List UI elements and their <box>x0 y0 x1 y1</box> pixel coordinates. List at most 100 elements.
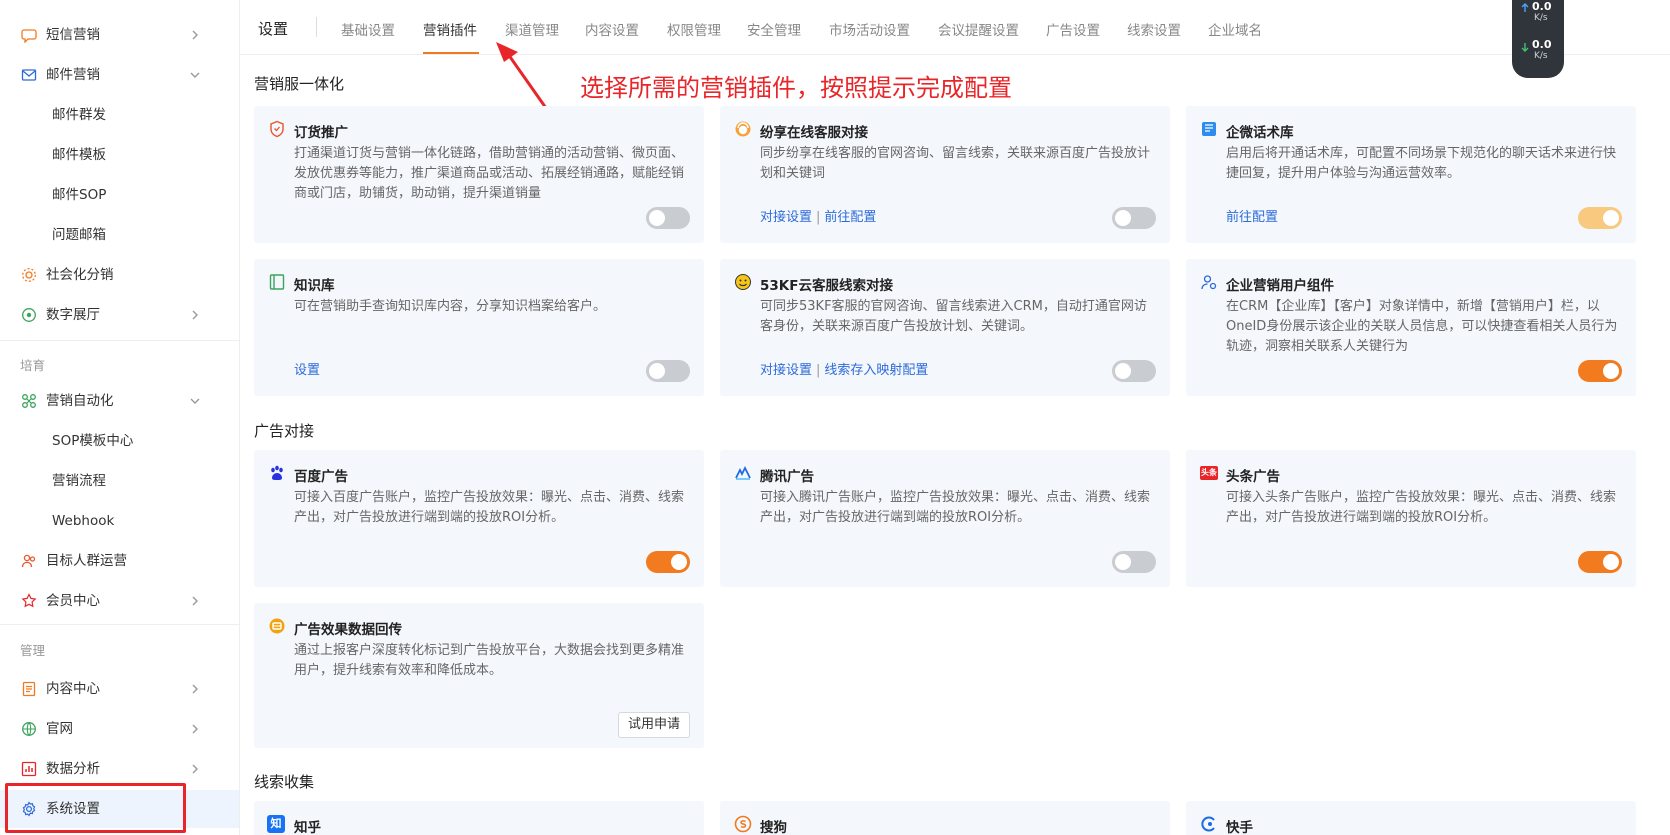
sidebar-item-label: 会员中心 <box>46 593 100 609</box>
sidebar-item-email-send[interactable]: 邮件群发 <box>0 96 239 134</box>
app-root: 短信营销 邮件营销 邮件群发 邮件模板 邮件SOP 问题邮箱 社会化分销 数字展… <box>0 0 1670 835</box>
card-description: 可同步53KF客服的官网咨询、留言线索进入CRM，自动打通官网访客身份，关联来源… <box>760 299 1147 334</box>
53kf-service-toggle[interactable] <box>1112 360 1156 382</box>
tab-meeting-reminder-settings[interactable]: 会议提醒设置 <box>938 19 1019 39</box>
card-description: 可在营销助手查询知识库内容，分享知识档案给客户。 <box>294 299 607 314</box>
sidebar-item-social-distribution[interactable]: 社会化分销 <box>0 256 239 294</box>
wecom-script-toggle[interactable] <box>1578 207 1622 229</box>
tab-security-management[interactable]: 安全管理 <box>747 19 801 39</box>
sidebar-item-digital-showroom[interactable]: 数字展厅 <box>0 296 239 334</box>
tencent-ads-toggle[interactable] <box>1112 551 1156 573</box>
order-promotion-toggle[interactable] <box>646 207 690 229</box>
knowledge-base-toggle[interactable] <box>646 360 690 382</box>
trial-apply-button[interactable]: 试用申请 <box>617 712 690 738</box>
card-title: 企微话术库 <box>1226 125 1294 141</box>
sidebar-item-target-audience[interactable]: 目标人群运营 <box>0 542 239 580</box>
card-title: 百度广告 <box>294 469 348 485</box>
toutiao-logo-icon: 头条 <box>1200 466 1218 480</box>
automation-icon <box>22 394 36 408</box>
knowledge-book-icon <box>269 274 285 290</box>
plugin-card-ad-data-feedback: 广告效果数据回传 通过上报客户深度转化标记到广告投放平台，大数据会找到更多精准用… <box>254 603 704 748</box>
sidebar-item-label: 邮件SOP <box>52 187 107 203</box>
toggle-knob <box>649 363 665 379</box>
sidebar-item-label: 营销自动化 <box>46 393 114 409</box>
link-go-configure[interactable]: 前往配置 <box>824 210 876 225</box>
card-title: 知识库 <box>294 278 335 294</box>
sidebar-item-label: 邮件模板 <box>52 147 106 163</box>
section-title-ad-integration: 广告对接 <box>254 422 315 440</box>
toutiao-ads-toggle[interactable] <box>1578 551 1622 573</box>
baidu-ads-toggle[interactable] <box>646 551 690 573</box>
plugin-card-kuaishou: 快手 <box>1186 801 1636 835</box>
card-title: 纷享在线客服对接 <box>760 125 868 141</box>
plugin-card-zhihu: 知 知乎 <box>254 801 704 835</box>
highlight-box <box>5 783 186 833</box>
sidebar-item-label: 社会化分销 <box>46 267 114 283</box>
link-separator: | <box>816 210 821 225</box>
tab-ad-settings[interactable]: 广告设置 <box>1046 19 1100 39</box>
sidebar-item-member-center[interactable]: 会员中心 <box>0 582 239 620</box>
chevron-right-icon <box>192 684 198 694</box>
sogou-logo-icon <box>734 815 752 833</box>
sidebar-item-label: 邮件群发 <box>52 107 106 123</box>
sidebar-item-sop-template-center[interactable]: SOP模板中心 <box>0 422 239 460</box>
card-title: 腾讯广告 <box>760 469 814 485</box>
link-integration-settings[interactable]: 对接设置 <box>760 363 812 378</box>
sidebar-item-email-sop[interactable]: 邮件SOP <box>0 176 239 214</box>
card-description: 可接入百度广告账户，监控广告投放效果：曝光、点击、消费、线索产出，对广告投放进行… <box>294 490 685 525</box>
plugin-card-toutiao-ads: 头条 头条广告 可接入头条广告账户，监控广告投放效果：曝光、点击、消费、线索产出… <box>1186 450 1636 587</box>
section-title-marketing-service: 营销服一体化 <box>254 75 345 93</box>
toggle-knob <box>1115 210 1131 226</box>
header-divider <box>316 17 317 37</box>
enterprise-user-component-toggle[interactable] <box>1578 360 1622 382</box>
document-icon <box>22 681 36 697</box>
plugin-card-baidu-ads: 百度广告 可接入百度广告账户，监控广告投放效果：曝光、点击、消费、线索产出，对广… <box>254 450 704 587</box>
sidebar-divider <box>0 340 239 341</box>
smiley-icon <box>735 274 751 290</box>
header: 设置 基础设置 营销插件 渠道管理 内容设置 权限管理 安全管理 市场活动设置 … <box>240 0 1670 55</box>
link-lead-mapping-config[interactable]: 线索存入映射配置 <box>824 363 928 378</box>
sidebar-item-problem-mailbox[interactable]: 问题邮箱 <box>0 216 239 254</box>
tab-marketing-plugins[interactable]: 营销插件 <box>423 19 477 39</box>
tab-lead-settings[interactable]: 线索设置 <box>1127 19 1181 39</box>
card-title: 企业营销用户组件 <box>1226 278 1334 294</box>
customer-service-icon <box>735 121 751 137</box>
card-description: 打通渠道订货与营销一体化链路，借助营销通的活动营销、微页面、发放优惠券等能力，推… <box>294 146 685 201</box>
upload-speed: 0.0 <box>1532 0 1552 13</box>
chevron-right-icon <box>192 764 198 774</box>
kuaishou-logo-icon <box>1201 816 1215 832</box>
card-description: 可接入头条广告账户，监控广告投放效果：曝光、点击、消费、线索产出，对广告投放进行… <box>1226 490 1617 525</box>
arrow-down-icon <box>1521 43 1529 52</box>
toggle-knob <box>1603 363 1619 379</box>
baidu-paw-icon <box>271 465 283 480</box>
sidebar-item-email-marketing[interactable]: 邮件营销 <box>0 56 239 94</box>
arrow-up-icon <box>1521 3 1529 12</box>
card-links: 前往配置 <box>1226 206 1278 225</box>
sidebar-item-label: 问题邮箱 <box>52 227 106 243</box>
sidebar-item-content-center[interactable]: 内容中心 <box>0 670 239 708</box>
tab-enterprise-domain[interactable]: 企业域名 <box>1208 19 1262 39</box>
people-icon <box>21 554 36 568</box>
card-title: 头条广告 <box>1226 469 1280 485</box>
plugin-card-tencent-ads: 腾讯广告 可接入腾讯广告账户，监控广告投放效果：曝光、点击、消费、线索产出，对广… <box>720 450 1170 587</box>
fxiaoke-service-toggle[interactable] <box>1112 207 1156 229</box>
tab-permission-management[interactable]: 权限管理 <box>667 19 721 39</box>
sidebar-item-marketing-flow[interactable]: 营销流程 <box>0 462 239 500</box>
link-settings[interactable]: 设置 <box>294 363 320 378</box>
annotation-text: 选择所需的营销插件，按照提示完成配置 <box>580 74 1012 102</box>
card-links: 对接设置 | 线索存入映射配置 <box>760 359 928 378</box>
sidebar-item-webhook[interactable]: Webhook <box>0 502 239 540</box>
tab-channel-management[interactable]: 渠道管理 <box>505 19 559 39</box>
sidebar-item-marketing-automation[interactable]: 营销自动化 <box>0 382 239 420</box>
card-description: 可接入腾讯广告账户，监控广告投放效果：曝光、点击、消费、线索产出，对广告投放进行… <box>760 490 1151 525</box>
tab-basic-settings[interactable]: 基础设置 <box>341 19 395 39</box>
tab-content-settings[interactable]: 内容设置 <box>585 19 639 39</box>
book-icon <box>1202 122 1216 136</box>
link-integration-settings[interactable]: 对接设置 <box>760 210 812 225</box>
upload-unit: K/s <box>1534 13 1548 23</box>
link-go-configure[interactable]: 前往配置 <box>1226 210 1278 225</box>
sidebar-item-email-template[interactable]: 邮件模板 <box>0 136 239 174</box>
tab-market-activity-settings[interactable]: 市场活动设置 <box>829 19 910 39</box>
sidebar-item-website[interactable]: 官网 <box>0 710 239 748</box>
sidebar-item-sms-marketing[interactable]: 短信营销 <box>0 16 239 54</box>
